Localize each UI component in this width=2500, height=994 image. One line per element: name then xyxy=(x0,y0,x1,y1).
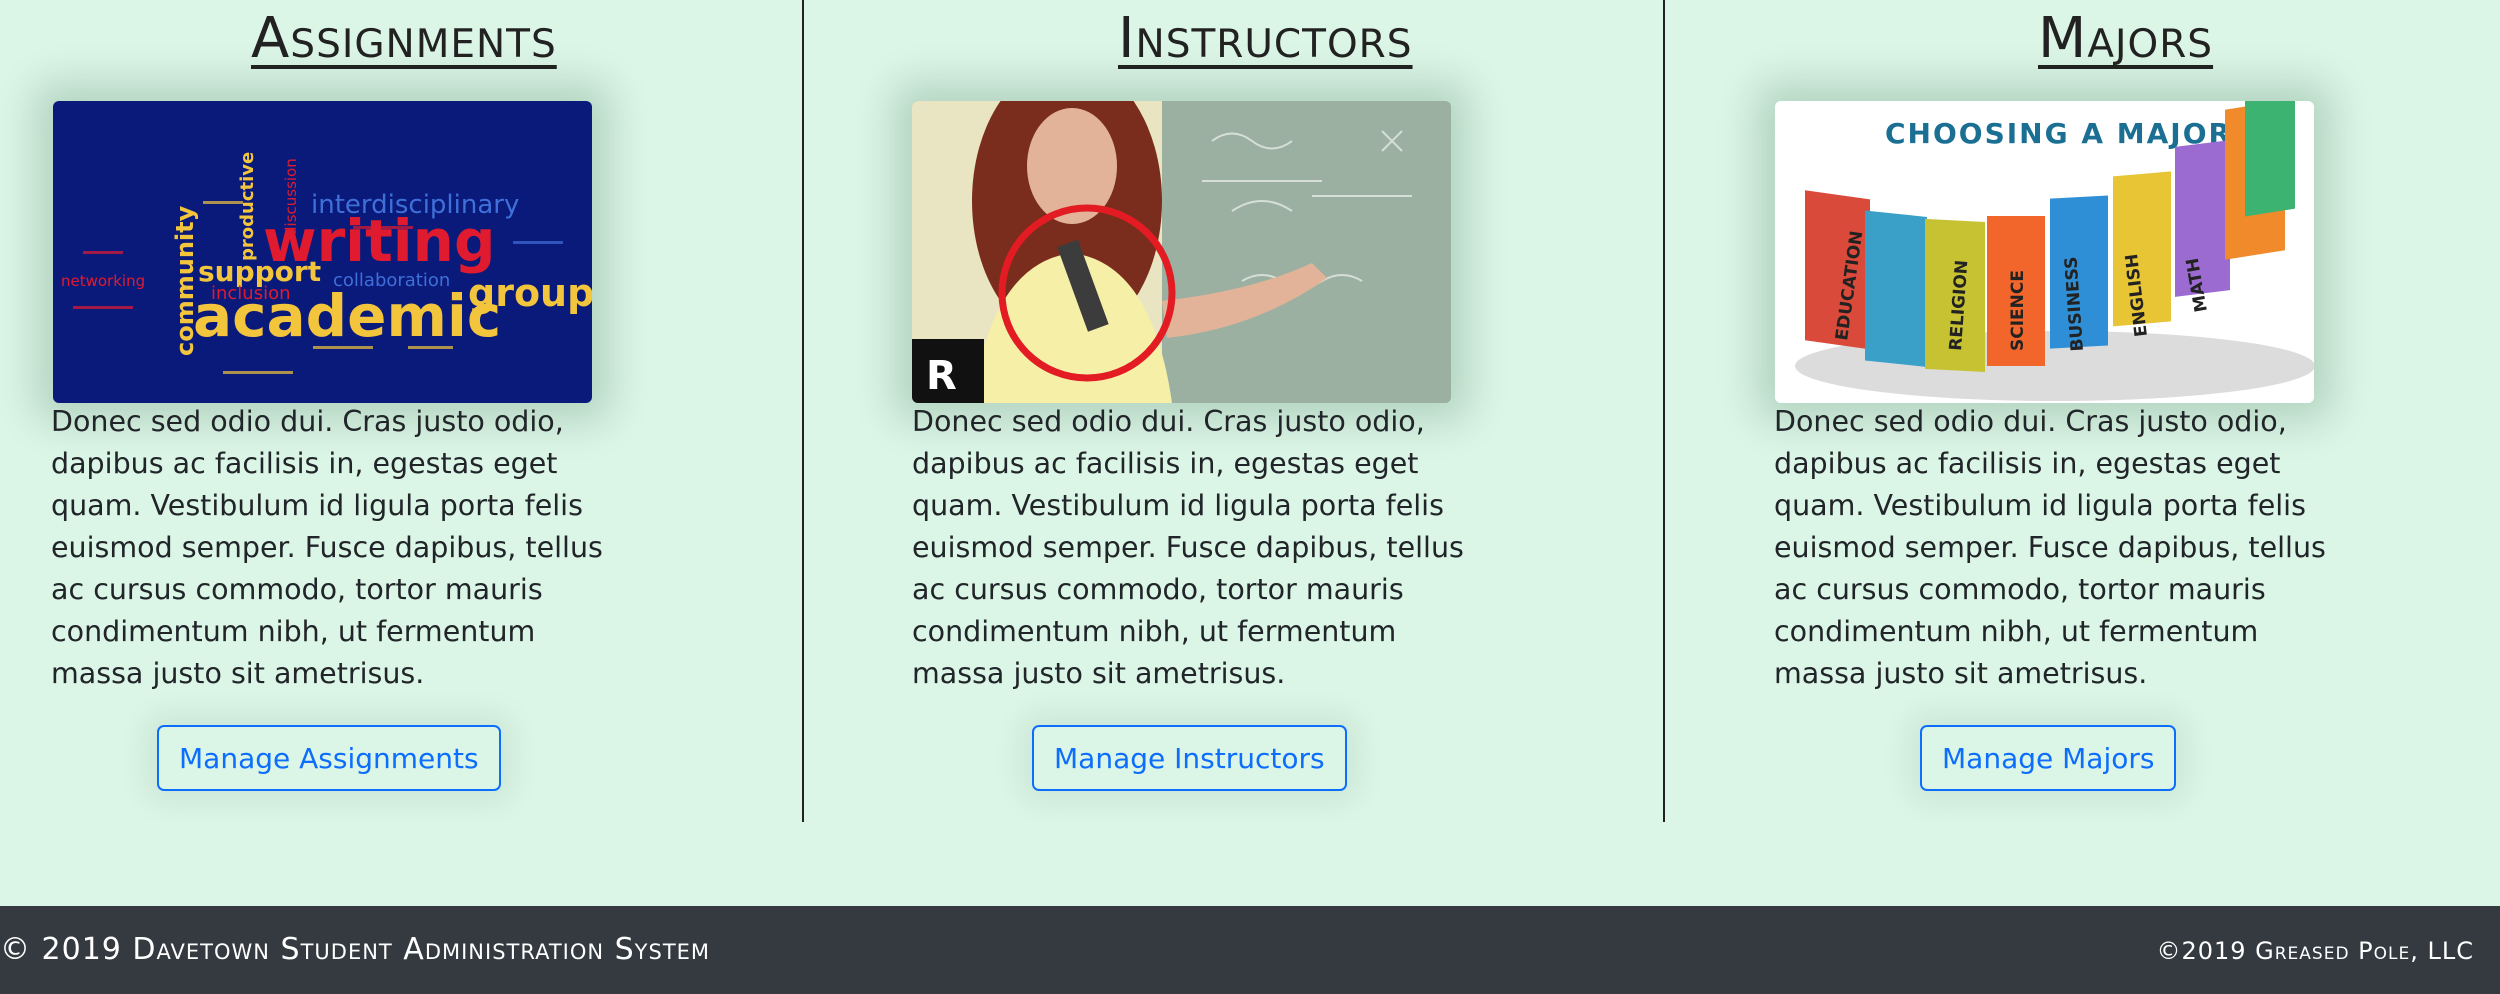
footer: © 2019 Davetown Student Administration S… xyxy=(0,906,2500,994)
manage-instructors-button[interactable]: Manage Instructors xyxy=(1032,725,1347,791)
column-divider xyxy=(802,0,804,822)
word-group: group xyxy=(468,271,592,315)
instructor-photo-graphic: R xyxy=(912,101,1451,403)
word-collaboration: collaboration xyxy=(333,270,450,291)
instructors-title: Instructors xyxy=(1118,6,1413,71)
word-networking: networking xyxy=(61,272,145,290)
word-cloud-graphic: writing academic group support community… xyxy=(53,101,592,403)
instructors-description: Donec sed odio dui. Cras justo odio, dap… xyxy=(912,405,1464,690)
book-science: SCIENCE xyxy=(2008,270,2028,351)
books-caption: CHOOSING A MAJOR xyxy=(1885,117,2232,150)
word-inclusion: inclusion xyxy=(211,283,291,304)
books-graphic: CHOOSING A MAJOR EDUCATION RELIGION SCIE… xyxy=(1775,101,2314,403)
instructors-section: Instructors R Donec sed odio dui. Cras j… xyxy=(805,0,1663,822)
instructor-photo: R xyxy=(912,101,1451,403)
assignments-description: Donec sed odio dui. Cras justo odio, dap… xyxy=(51,405,603,690)
svg-text:R: R xyxy=(926,353,957,399)
books-image: CHOOSING A MAJOR EDUCATION RELIGION SCIE… xyxy=(1775,101,2314,403)
word-discussion: discussion xyxy=(282,158,300,236)
word-community: community xyxy=(171,205,199,356)
majors-title: Majors xyxy=(2038,6,2214,71)
assignments-title: Assignments xyxy=(251,6,557,71)
manage-assignments-button[interactable]: Manage Assignments xyxy=(157,725,501,791)
footer-company: ©2019 Greased Pole, LLC xyxy=(2156,937,2474,965)
word-productive: productive xyxy=(237,152,258,261)
word-interdisciplinary: interdisciplinary xyxy=(311,190,519,220)
word-cloud-image: writing academic group support community… xyxy=(53,101,592,403)
footer-copyright: © 2019 Davetown Student Administration S… xyxy=(0,932,711,967)
majors-section: Majors CHOOSING A MAJOR EDUCATION RELIGI… xyxy=(1665,0,2500,822)
majors-description: Donec sed odio dui. Cras justo odio, dap… xyxy=(1774,405,2326,690)
assignments-section: Assignments writing academic group suppo… xyxy=(0,0,803,822)
manage-majors-button[interactable]: Manage Majors xyxy=(1920,725,2177,791)
